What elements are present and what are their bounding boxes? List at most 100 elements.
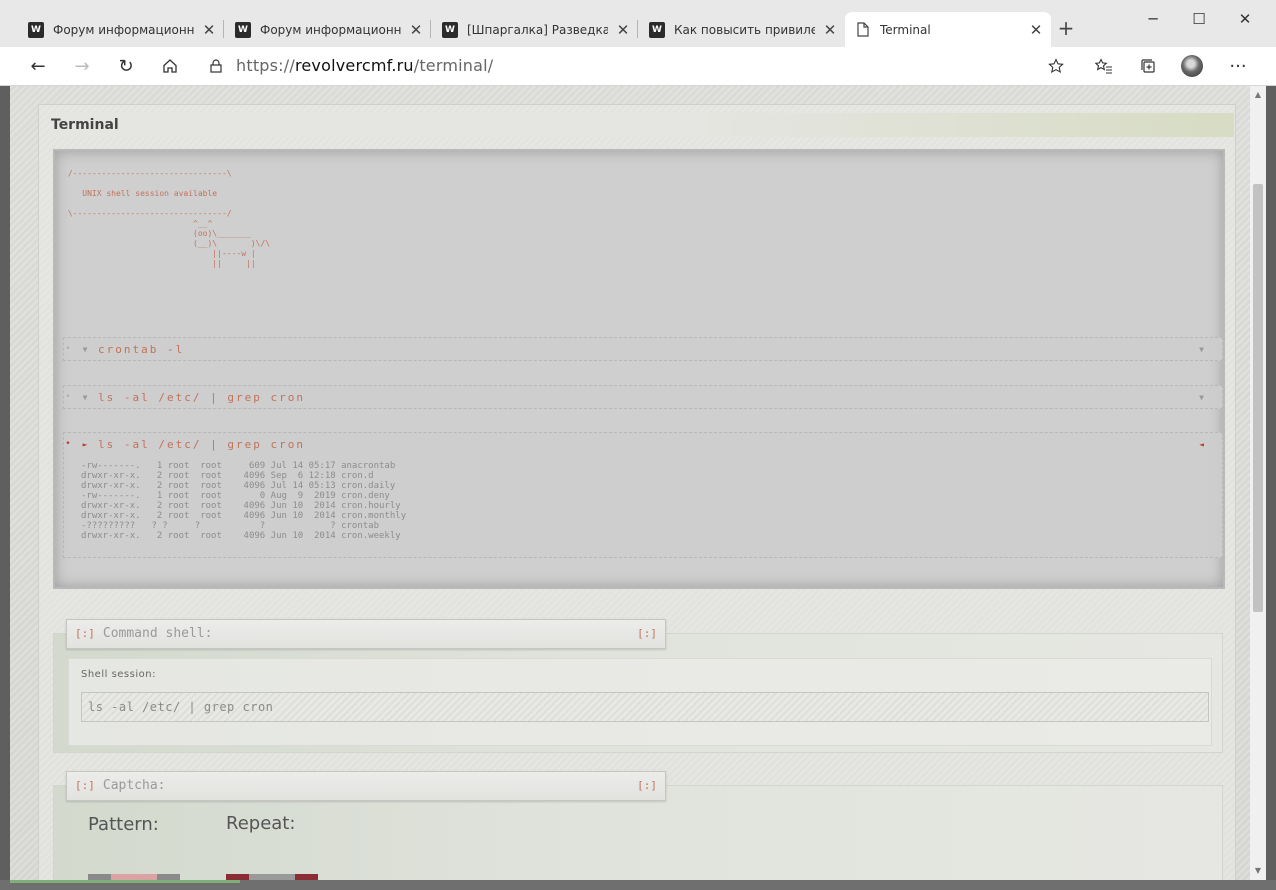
url-path: /terminal/ bbox=[413, 56, 494, 75]
url-scheme: https:// bbox=[236, 56, 295, 75]
browser-tab[interactable]: W Как повысить привилеги ✕ bbox=[639, 12, 845, 47]
reload-button[interactable]: ↻ bbox=[110, 51, 142, 81]
command-text: ls -al /etc/ | grep cron bbox=[98, 437, 305, 451]
browser-tab[interactable]: W Форум информационной ✕ bbox=[18, 12, 224, 47]
command-shell-header: [:] Command shell: [:] bbox=[66, 619, 666, 649]
browser-tab-active[interactable]: Terminal ✕ bbox=[845, 12, 1051, 47]
output-line: drwxr-xr-x. 2 root root 4096 Jun 10 2014… bbox=[81, 511, 407, 521]
loading-progress bbox=[10, 880, 240, 883]
tab-close-icon[interactable]: ✕ bbox=[815, 21, 845, 39]
command-history-item-expanded[interactable]: • ► ls -al /etc/ | grep cron ◄ -rw------… bbox=[63, 432, 1223, 558]
chevron-left-icon[interactable]: ◄ bbox=[1199, 440, 1204, 449]
tab-strip: W Форум информационной ✕ W Форум информа… bbox=[0, 0, 1276, 47]
w-logo-icon: W bbox=[28, 21, 44, 38]
command-history-item[interactable]: • ▼ crontab -l ▼ bbox=[63, 337, 1223, 361]
vertical-scrollbar[interactable]: ▲ ▼ bbox=[1250, 86, 1266, 880]
favorites-list-icon bbox=[1095, 58, 1112, 74]
collapse-toggle-icon[interactable]: [:] bbox=[75, 779, 95, 792]
content-container: Terminal /------------------------------… bbox=[38, 104, 1236, 880]
tab-label: Форум информационной bbox=[260, 22, 401, 37]
address-bar[interactable]: https://revolvercmf.ru/terminal/ bbox=[196, 50, 1076, 81]
output-line: -rw-------. 1 root root 609 Jul 14 05:17… bbox=[81, 461, 396, 471]
forward-button[interactable]: → bbox=[66, 51, 98, 81]
tab-label: Terminal bbox=[880, 22, 931, 37]
avatar bbox=[1181, 55, 1203, 77]
tab-separator bbox=[637, 20, 638, 38]
tab-label: Как повысить привилеги bbox=[674, 22, 815, 37]
command-shell-panel: [:] Command shell: [:] Shell session: ls … bbox=[53, 619, 1223, 753]
chevron-down-icon[interactable]: ▼ bbox=[79, 393, 93, 402]
bullet-icon: • bbox=[65, 439, 73, 449]
output-line: drwxr-xr-x. 2 root root 4096 Jun 10 2014… bbox=[81, 531, 401, 541]
captcha-panel: [:] Captcha: [:] Pattern: Repeat: bbox=[53, 771, 1223, 880]
chevron-down-icon[interactable]: ▼ bbox=[79, 345, 93, 354]
favorite-star-button[interactable] bbox=[1040, 51, 1072, 81]
command-output: -rw-------. 1 root root 609 Jul 14 05:17… bbox=[64, 455, 1222, 549]
page-icon bbox=[855, 22, 871, 38]
back-button[interactable]: ← bbox=[22, 51, 54, 81]
tab-close-icon[interactable]: ✕ bbox=[194, 21, 224, 39]
scrollbar-thumb[interactable] bbox=[1253, 184, 1263, 612]
w-logo-icon: W bbox=[235, 21, 251, 38]
collapse-toggle-icon[interactable]: [:] bbox=[637, 620, 657, 648]
output-line: drwxr-xr-x. 2 root root 4096 Sep 6 12:18… bbox=[81, 471, 374, 481]
home-icon bbox=[163, 59, 177, 73]
command-text: crontab -l bbox=[98, 342, 185, 356]
page-title-text: Terminal bbox=[51, 117, 119, 133]
new-tab-button[interactable]: + bbox=[1054, 16, 1078, 40]
output-line: -rw-------. 1 root root 0 Aug 9 2019 cro… bbox=[81, 491, 390, 501]
tab-close-icon[interactable]: ✕ bbox=[608, 21, 638, 39]
w-logo-icon: W bbox=[442, 21, 458, 38]
tab-label: Форум информационной bbox=[53, 22, 194, 37]
tab-separator bbox=[223, 20, 224, 38]
collapse-toggle-icon[interactable]: [:] bbox=[637, 772, 657, 800]
output-line: -????????? ? ? ? ? ? crontab bbox=[81, 521, 380, 531]
shell-session-label: Shell session: bbox=[81, 669, 156, 680]
output-line: drwxr-xr-x. 2 root root 4096 Jul 14 05:1… bbox=[81, 481, 396, 491]
settings-menu-button[interactable]: ··· bbox=[1222, 51, 1254, 81]
scroll-up-icon[interactable]: ▲ bbox=[1250, 88, 1266, 102]
url-host: revolvercmf.ru bbox=[294, 56, 414, 75]
w-logo-icon: W bbox=[649, 21, 665, 38]
collections-button[interactable] bbox=[1132, 51, 1164, 81]
bullet-icon: • bbox=[65, 392, 73, 402]
maximize-button[interactable]: ☐ bbox=[1176, 6, 1222, 32]
browser-tab[interactable]: W [Шпаргалка] Разведка и а ✕ bbox=[432, 12, 638, 47]
output-line: drwxr-xr-x. 2 root root 4096 Jun 10 2014… bbox=[81, 501, 401, 511]
bullet-icon: • bbox=[65, 344, 73, 354]
shell-command-input[interactable]: ls -al /etc/ | grep cron bbox=[81, 692, 1209, 722]
close-window-button[interactable]: ✕ bbox=[1222, 6, 1268, 32]
captcha-repeat-label: Repeat: bbox=[226, 813, 296, 834]
chevron-right-icon[interactable]: ► bbox=[79, 440, 93, 449]
lock-icon bbox=[196, 58, 236, 73]
chevron-down-icon[interactable]: ▼ bbox=[1199, 393, 1204, 402]
terminal-screen: /--------------------------------\ UNIX … bbox=[53, 149, 1225, 589]
collapse-toggle-icon[interactable]: [:] bbox=[75, 627, 95, 640]
url-text: https://revolvercmf.ru/terminal/ bbox=[236, 56, 493, 75]
minimize-button[interactable]: ─ bbox=[1130, 6, 1176, 32]
home-button[interactable] bbox=[154, 51, 186, 81]
browser-tab[interactable]: W Форум информационной ✕ bbox=[225, 12, 431, 47]
chevron-down-icon[interactable]: ▼ bbox=[1199, 345, 1204, 354]
scroll-down-icon[interactable]: ▼ bbox=[1250, 864, 1266, 878]
shell-session-box: Shell session: ls -al /etc/ | grep cron bbox=[68, 658, 1212, 746]
captcha-header: [:] Captcha: [:] bbox=[66, 771, 666, 801]
favorites-button[interactable] bbox=[1088, 51, 1120, 81]
command-shell-title: Command shell: bbox=[102, 626, 213, 641]
page-title: Terminal bbox=[51, 113, 1234, 137]
captcha-title: Captcha: bbox=[102, 778, 166, 793]
command-history-item[interactable]: • ▼ ls -al /etc/ | grep cron ▼ bbox=[63, 385, 1223, 409]
star-icon bbox=[1048, 58, 1064, 74]
browser-toolbar: ← → ↻ https://revolvercmf.ru/terminal/ ·… bbox=[0, 47, 1276, 86]
profile-button[interactable] bbox=[1176, 51, 1208, 81]
captcha-pattern-label: Pattern: bbox=[88, 814, 159, 835]
command-text: ls -al /etc/ | grep cron bbox=[98, 390, 305, 404]
tab-close-icon[interactable]: ✕ bbox=[401, 21, 431, 39]
ascii-banner: /--------------------------------\ UNIX … bbox=[67, 169, 271, 268]
page-viewport: Terminal /------------------------------… bbox=[10, 86, 1250, 880]
tab-label: [Шпаргалка] Разведка и а bbox=[467, 22, 608, 37]
tab-close-icon[interactable]: ✕ bbox=[1021, 21, 1051, 39]
collections-icon bbox=[1141, 59, 1155, 73]
tab-separator bbox=[430, 20, 431, 38]
bottom-edge bbox=[0, 880, 1276, 890]
